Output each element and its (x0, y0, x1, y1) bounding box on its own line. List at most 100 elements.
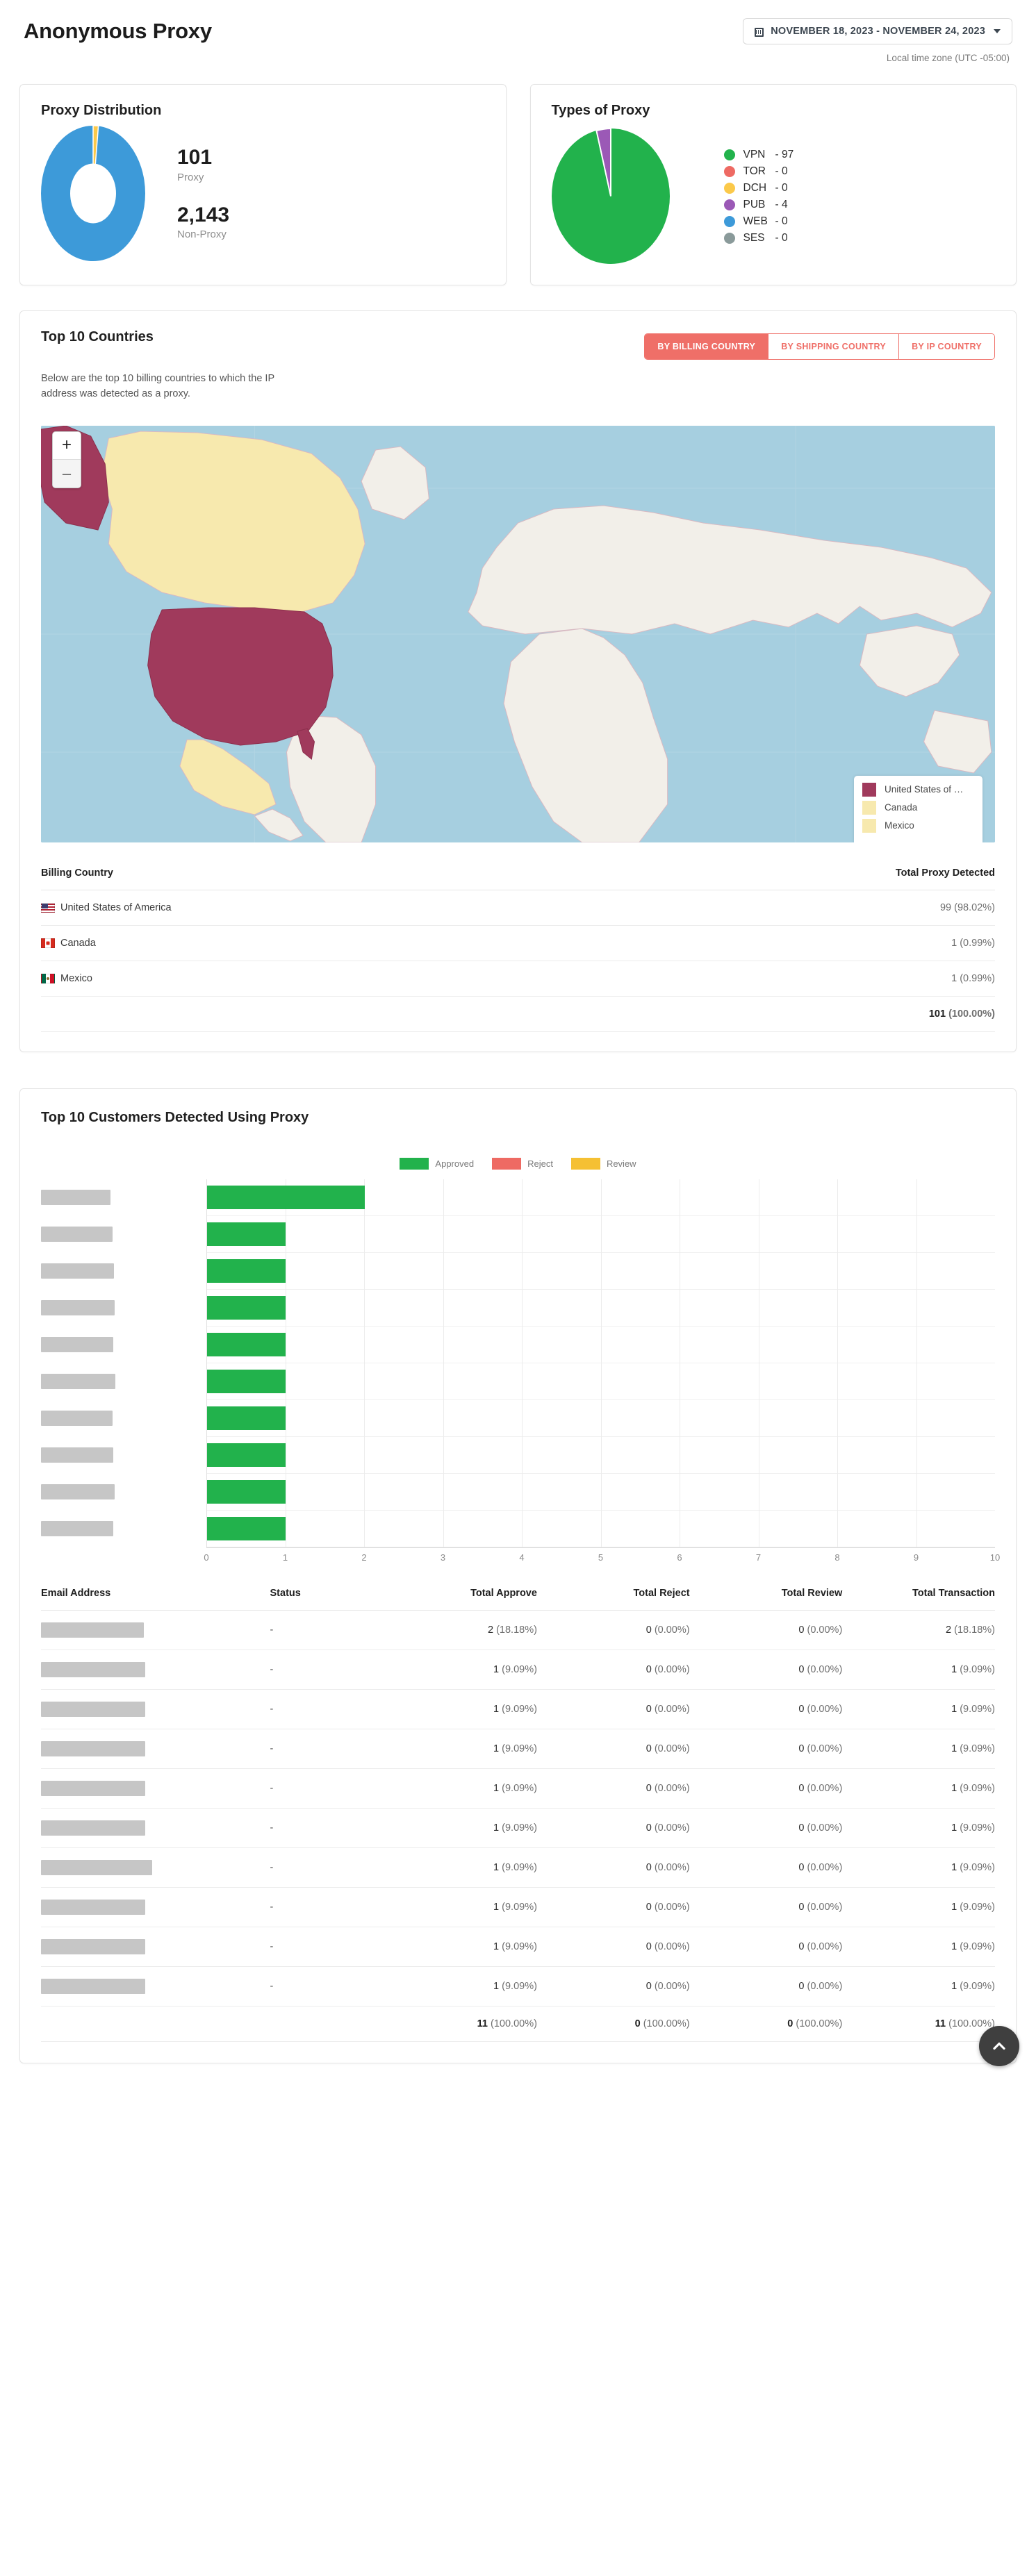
total-transaction-count: 1 (951, 1901, 957, 1913)
bar-row (207, 1511, 995, 1547)
proxy-count-label: Proxy (177, 171, 204, 183)
x-tick: 6 (677, 1552, 682, 1563)
total-reject-count: 0 (634, 2018, 641, 2029)
tab-by-billing-country[interactable]: BY BILLING COUNTRY (645, 334, 769, 359)
total-review-percent: (0.00%) (804, 1901, 843, 1913)
column-header-total-reject: Total Reject (536, 1587, 690, 1611)
legend-swatch-web (723, 215, 735, 227)
date-range-picker[interactable]: NOVEMBER 18, 2023 - NOVEMBER 24, 2023 (743, 18, 1012, 44)
proxy-count: 1 (951, 972, 957, 984)
map-legend-swatch-mexico (862, 818, 876, 833)
customers-table-footer: 11 (100.00%) 0 (100.00%) 0 (100.00%) 11 … (41, 2006, 995, 2042)
total-approve-count: 1 (493, 1901, 500, 1913)
column-header-total-approve: Total Approve (384, 1587, 537, 1611)
total-approve-count: 1 (493, 1861, 500, 1873)
total-approve-percent: (9.09%) (499, 1941, 537, 1952)
chart-legend-swatch-review (570, 1157, 600, 1170)
top-countries-description: Below are the top 10 billing countries t… (41, 373, 274, 400)
total-review-percent: (100.00%) (796, 2018, 843, 2029)
table-row: -1 (9.09%) 0 (0.00%) 0 (0.00%) 1 (9.09%) (41, 1650, 995, 1690)
bar-row (207, 1327, 995, 1363)
tab-by-ip-country[interactable]: BY IP COUNTRY (899, 334, 994, 359)
total-transaction-count: 1 (951, 1743, 957, 1754)
total-approve-percent: (18.18%) (493, 1624, 537, 1636)
chart-legend-label-reject: Reject (527, 1158, 553, 1169)
table-row: -1 (9.09%) 0 (0.00%) 0 (0.00%) 1 (9.09%) (41, 1808, 995, 1848)
bar-row (207, 1437, 995, 1474)
total-approve-count: 1 (493, 1980, 500, 1992)
total-transaction-count: 11 (935, 2018, 946, 2029)
total-transaction-percent: (18.18%) (951, 1624, 995, 1636)
country-name: Mexico (60, 972, 92, 984)
email-address-redacted (41, 1859, 152, 1875)
total-approve-count: 2 (487, 1624, 494, 1636)
map-legend-item: Mexico (862, 818, 973, 833)
x-tick: 8 (834, 1552, 840, 1563)
scroll-to-top-button[interactable] (979, 2025, 1019, 2066)
map-zoom-out-button[interactable]: – (53, 459, 81, 488)
legend-item: TOR - 0 (723, 165, 794, 178)
total-reject-percent: (0.00%) (651, 1861, 690, 1873)
total-reject-count: 0 (646, 1663, 652, 1675)
country-name: Canada (60, 937, 96, 949)
legend-value-pub: - 4 (775, 198, 788, 210)
column-header-total-proxy-detected: Total Proxy Detected (582, 867, 995, 890)
x-tick: 7 (755, 1552, 762, 1563)
summary-cards-row: Proxy Distribution 101 Proxy 2,143 Non-P… (19, 84, 1017, 285)
email-address-redacted (41, 1701, 145, 1717)
flag-icon-ca (41, 938, 55, 948)
total-review-count: 0 (787, 2018, 794, 2029)
bar-approved (207, 1259, 286, 1283)
chart-legend-item[interactable]: Approved (400, 1157, 474, 1170)
table-row: -1 (9.09%) 0 (0.00%) 0 (0.00%) 1 (9.09%) (41, 1689, 995, 1729)
x-tick: 10 (989, 1552, 1001, 1563)
status-value: - (270, 1887, 385, 1927)
total-reject-count: 0 (646, 1822, 652, 1834)
table-total-row: 101 (100.00%) (41, 996, 995, 1032)
total-approve-count: 11 (477, 2018, 488, 2029)
total-review-percent: (0.00%) (804, 1703, 843, 1715)
total-transaction-count: 1 (951, 1941, 957, 1952)
legend-label-web: WEB (743, 215, 768, 227)
map-zoom-in-button[interactable]: + (53, 431, 81, 460)
bar-approved (207, 1296, 286, 1320)
total-approve-count: 1 (493, 1822, 500, 1834)
total-reject-percent: (0.00%) (651, 1624, 690, 1636)
map-legend-label-mexico: Mexico (885, 820, 914, 831)
email-address-redacted (41, 1820, 145, 1836)
chart-legend-item[interactable]: Review (570, 1157, 636, 1170)
legend-swatch-ses (723, 232, 735, 244)
chart-legend-swatch-approved (400, 1157, 429, 1170)
date-range-label: NOVEMBER 18, 2023 - NOVEMBER 24, 2023 (771, 26, 985, 37)
bar-row (207, 1363, 995, 1400)
bar-approved (207, 1443, 286, 1468)
page-title: Anonymous Proxy (24, 19, 212, 43)
total-reject-percent: (0.00%) (651, 1901, 690, 1913)
types-of-proxy-title: Types of Proxy (551, 103, 650, 118)
x-tick: 4 (519, 1552, 525, 1563)
map-zoom-controls[interactable]: + – (52, 431, 81, 488)
proxy-percent: (98.02%) (954, 901, 995, 913)
proxy-distribution-column: Proxy Distribution 101 Proxy 2,143 Non-P… (19, 84, 507, 285)
billing-country-table: Billing Country Total Proxy Detected Uni… (41, 867, 995, 1032)
total-transaction-count: 1 (951, 1822, 957, 1834)
total-approve-percent: (9.09%) (499, 1901, 537, 1913)
total-transaction-percent: (9.09%) (957, 1941, 995, 1952)
world-map[interactable]: + – United States of … Canada Mexico (41, 425, 995, 842)
table-row: Mexico 1 (0.99%) (41, 961, 995, 997)
total-reject-count: 0 (646, 1980, 652, 1992)
flag-icon-us (41, 902, 55, 913)
header-right: NOVEMBER 18, 2023 - NOVEMBER 24, 2023 Lo… (743, 18, 1012, 63)
chart-legend-item[interactable]: Reject (492, 1157, 553, 1170)
column-header-total-transaction: Total Transaction (842, 1587, 995, 1611)
top-countries-title: Top 10 Countries (41, 329, 154, 344)
map-legend-swatch-canada (862, 800, 876, 815)
total-transaction-count: 1 (951, 1861, 957, 1873)
status-value: - (270, 1808, 385, 1848)
bar-category-label (41, 1327, 206, 1363)
tab-by-shipping-country[interactable]: BY SHIPPING COUNTRY (768, 334, 900, 359)
bar-row (207, 1216, 995, 1253)
total-review-percent: (0.00%) (804, 1941, 843, 1952)
total-approve-percent: (9.09%) (499, 1980, 537, 1992)
total-approve-percent: (9.09%) (499, 1743, 537, 1754)
